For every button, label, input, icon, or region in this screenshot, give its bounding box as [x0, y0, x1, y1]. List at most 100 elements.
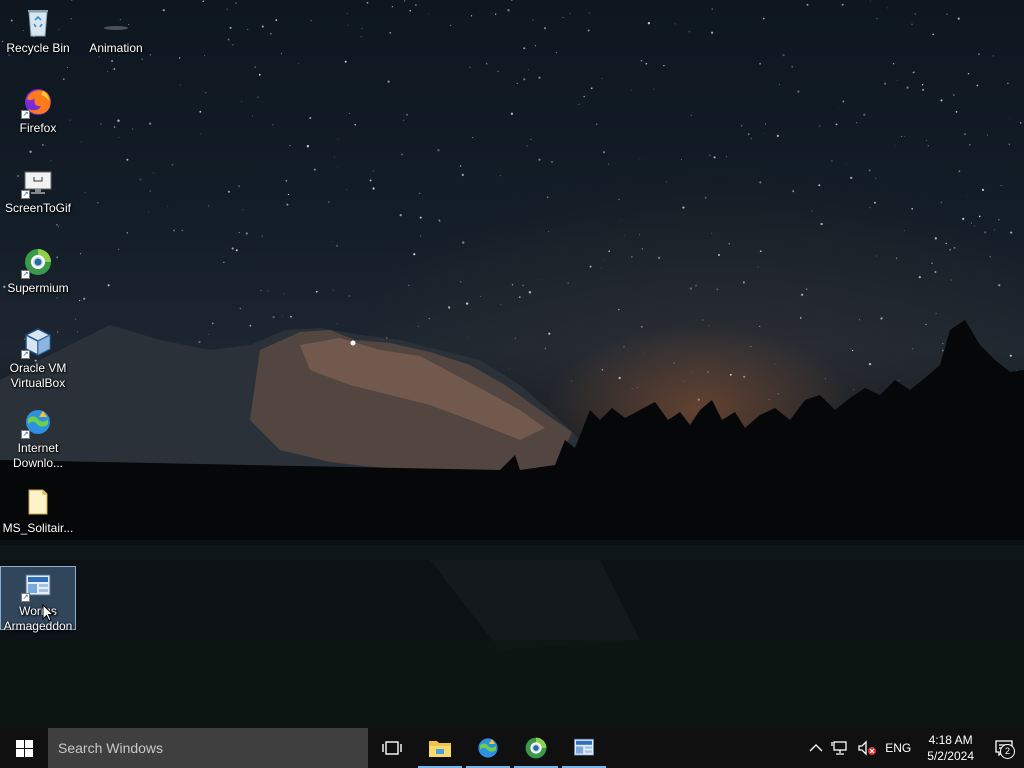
language-indicator[interactable]: ENG [881, 728, 915, 768]
star [567, 282, 569, 284]
star [306, 145, 310, 148]
star [942, 342, 944, 345]
desktop-icon-internet-download-manager[interactable]: ↗ Internet Downlo... [0, 402, 76, 471]
star [994, 229, 996, 231]
star [235, 249, 238, 252]
star [674, 23, 676, 25]
action-center-button[interactable]: 2 [984, 728, 1024, 768]
star [270, 32, 272, 35]
star [202, 0, 205, 3]
star [638, 234, 640, 236]
star [964, 133, 966, 135]
star [835, 123, 838, 126]
star [759, 181, 762, 184]
shortcut-arrow-icon: ↗ [21, 430, 30, 439]
star [777, 393, 779, 395]
star [631, 89, 633, 91]
star [989, 255, 992, 258]
star [162, 9, 165, 12]
star [472, 137, 474, 138]
desktop-icon-recycle-bin[interactable]: Recycle Bin [0, 2, 76, 56]
star [204, 54, 205, 56]
star [642, 352, 644, 354]
desktop-icon-label: Animation [89, 41, 143, 55]
star [490, 12, 492, 14]
supermium-icon [525, 737, 547, 759]
star [978, 215, 981, 218]
star [252, 115, 254, 117]
search-input[interactable] [56, 739, 360, 757]
star [818, 124, 821, 127]
star [332, 289, 334, 291]
star [459, 280, 462, 283]
star [107, 70, 109, 72]
star [759, 325, 761, 328]
star [934, 237, 937, 240]
star [408, 284, 410, 287]
show-hidden-icons-button[interactable] [805, 728, 827, 768]
star [287, 193, 290, 196]
star [896, 80, 898, 81]
star [369, 179, 372, 182]
star [372, 187, 375, 190]
star [1010, 231, 1013, 234]
star [645, 62, 648, 65]
star [750, 137, 753, 140]
star [663, 65, 665, 67]
notification-count-badge: 2 [1000, 744, 1015, 759]
taskbar-supermium[interactable] [512, 728, 560, 768]
star [511, 284, 514, 286]
network-button[interactable] [827, 728, 853, 768]
internet-download-manager-icon: ↗ [21, 406, 54, 439]
desktop-icon-virtualbox[interactable]: ↗ Oracle VM VirtualBox [0, 322, 76, 391]
star [361, 27, 363, 29]
desktop-icon-screentogif[interactable]: ↗ ScreenToGif [0, 162, 76, 216]
star [569, 12, 571, 14]
star [261, 235, 263, 237]
star [842, 100, 845, 103]
file-explorer-icon [429, 741, 451, 757]
desktop-icon-supermium[interactable]: ↗ Supermium [0, 242, 76, 296]
star [366, 1, 369, 4]
star [148, 122, 152, 125]
star [589, 265, 592, 268]
worms-armageddon-icon [574, 738, 594, 756]
desktop-icon-worms-armageddon[interactable]: ↗ Worms Armageddon [0, 566, 76, 633]
star [1009, 354, 1012, 357]
star [510, 112, 514, 115]
star [349, 112, 351, 114]
clock[interactable]: 4:18 AM 5/2/2024 [915, 732, 984, 764]
desktop-icon-firefox[interactable]: ↗ Firefox [0, 82, 76, 136]
star [925, 139, 928, 142]
star [690, 114, 692, 116]
star [337, 166, 339, 168]
star [289, 144, 291, 147]
task-view-button[interactable] [368, 728, 416, 768]
star [447, 306, 451, 309]
star [181, 229, 183, 231]
desktop-icon-ms-solitaire[interactable]: MS_Solitair... [0, 482, 76, 536]
worms-armageddon-icon: ↗ [21, 571, 54, 602]
star [328, 201, 330, 203]
taskbar-internet-download-manager[interactable] [464, 728, 512, 768]
star [974, 225, 976, 227]
desktop-wallpaper[interactable] [0, 0, 1024, 728]
star [740, 125, 743, 127]
start-button[interactable] [0, 728, 48, 768]
taskbar-search-box[interactable] [48, 728, 368, 768]
star [797, 90, 800, 93]
volume-button[interactable] [853, 728, 881, 768]
desktop-icon-label: Worms Armageddon [3, 604, 73, 633]
star [205, 92, 207, 94]
star [427, 13, 429, 15]
taskbar-worms-armageddon[interactable] [560, 728, 608, 768]
star [624, 235, 626, 236]
star [688, 30, 691, 33]
taskbar-file-explorer[interactable] [416, 728, 464, 768]
star [851, 349, 854, 352]
star [107, 284, 110, 287]
system-tray: ENG 4:18 AM 5/2/2024 2 [805, 728, 1024, 768]
star [969, 144, 971, 146]
volume-muted-icon [858, 740, 877, 756]
desktop-icon-animation[interactable]: Animation [78, 2, 154, 56]
